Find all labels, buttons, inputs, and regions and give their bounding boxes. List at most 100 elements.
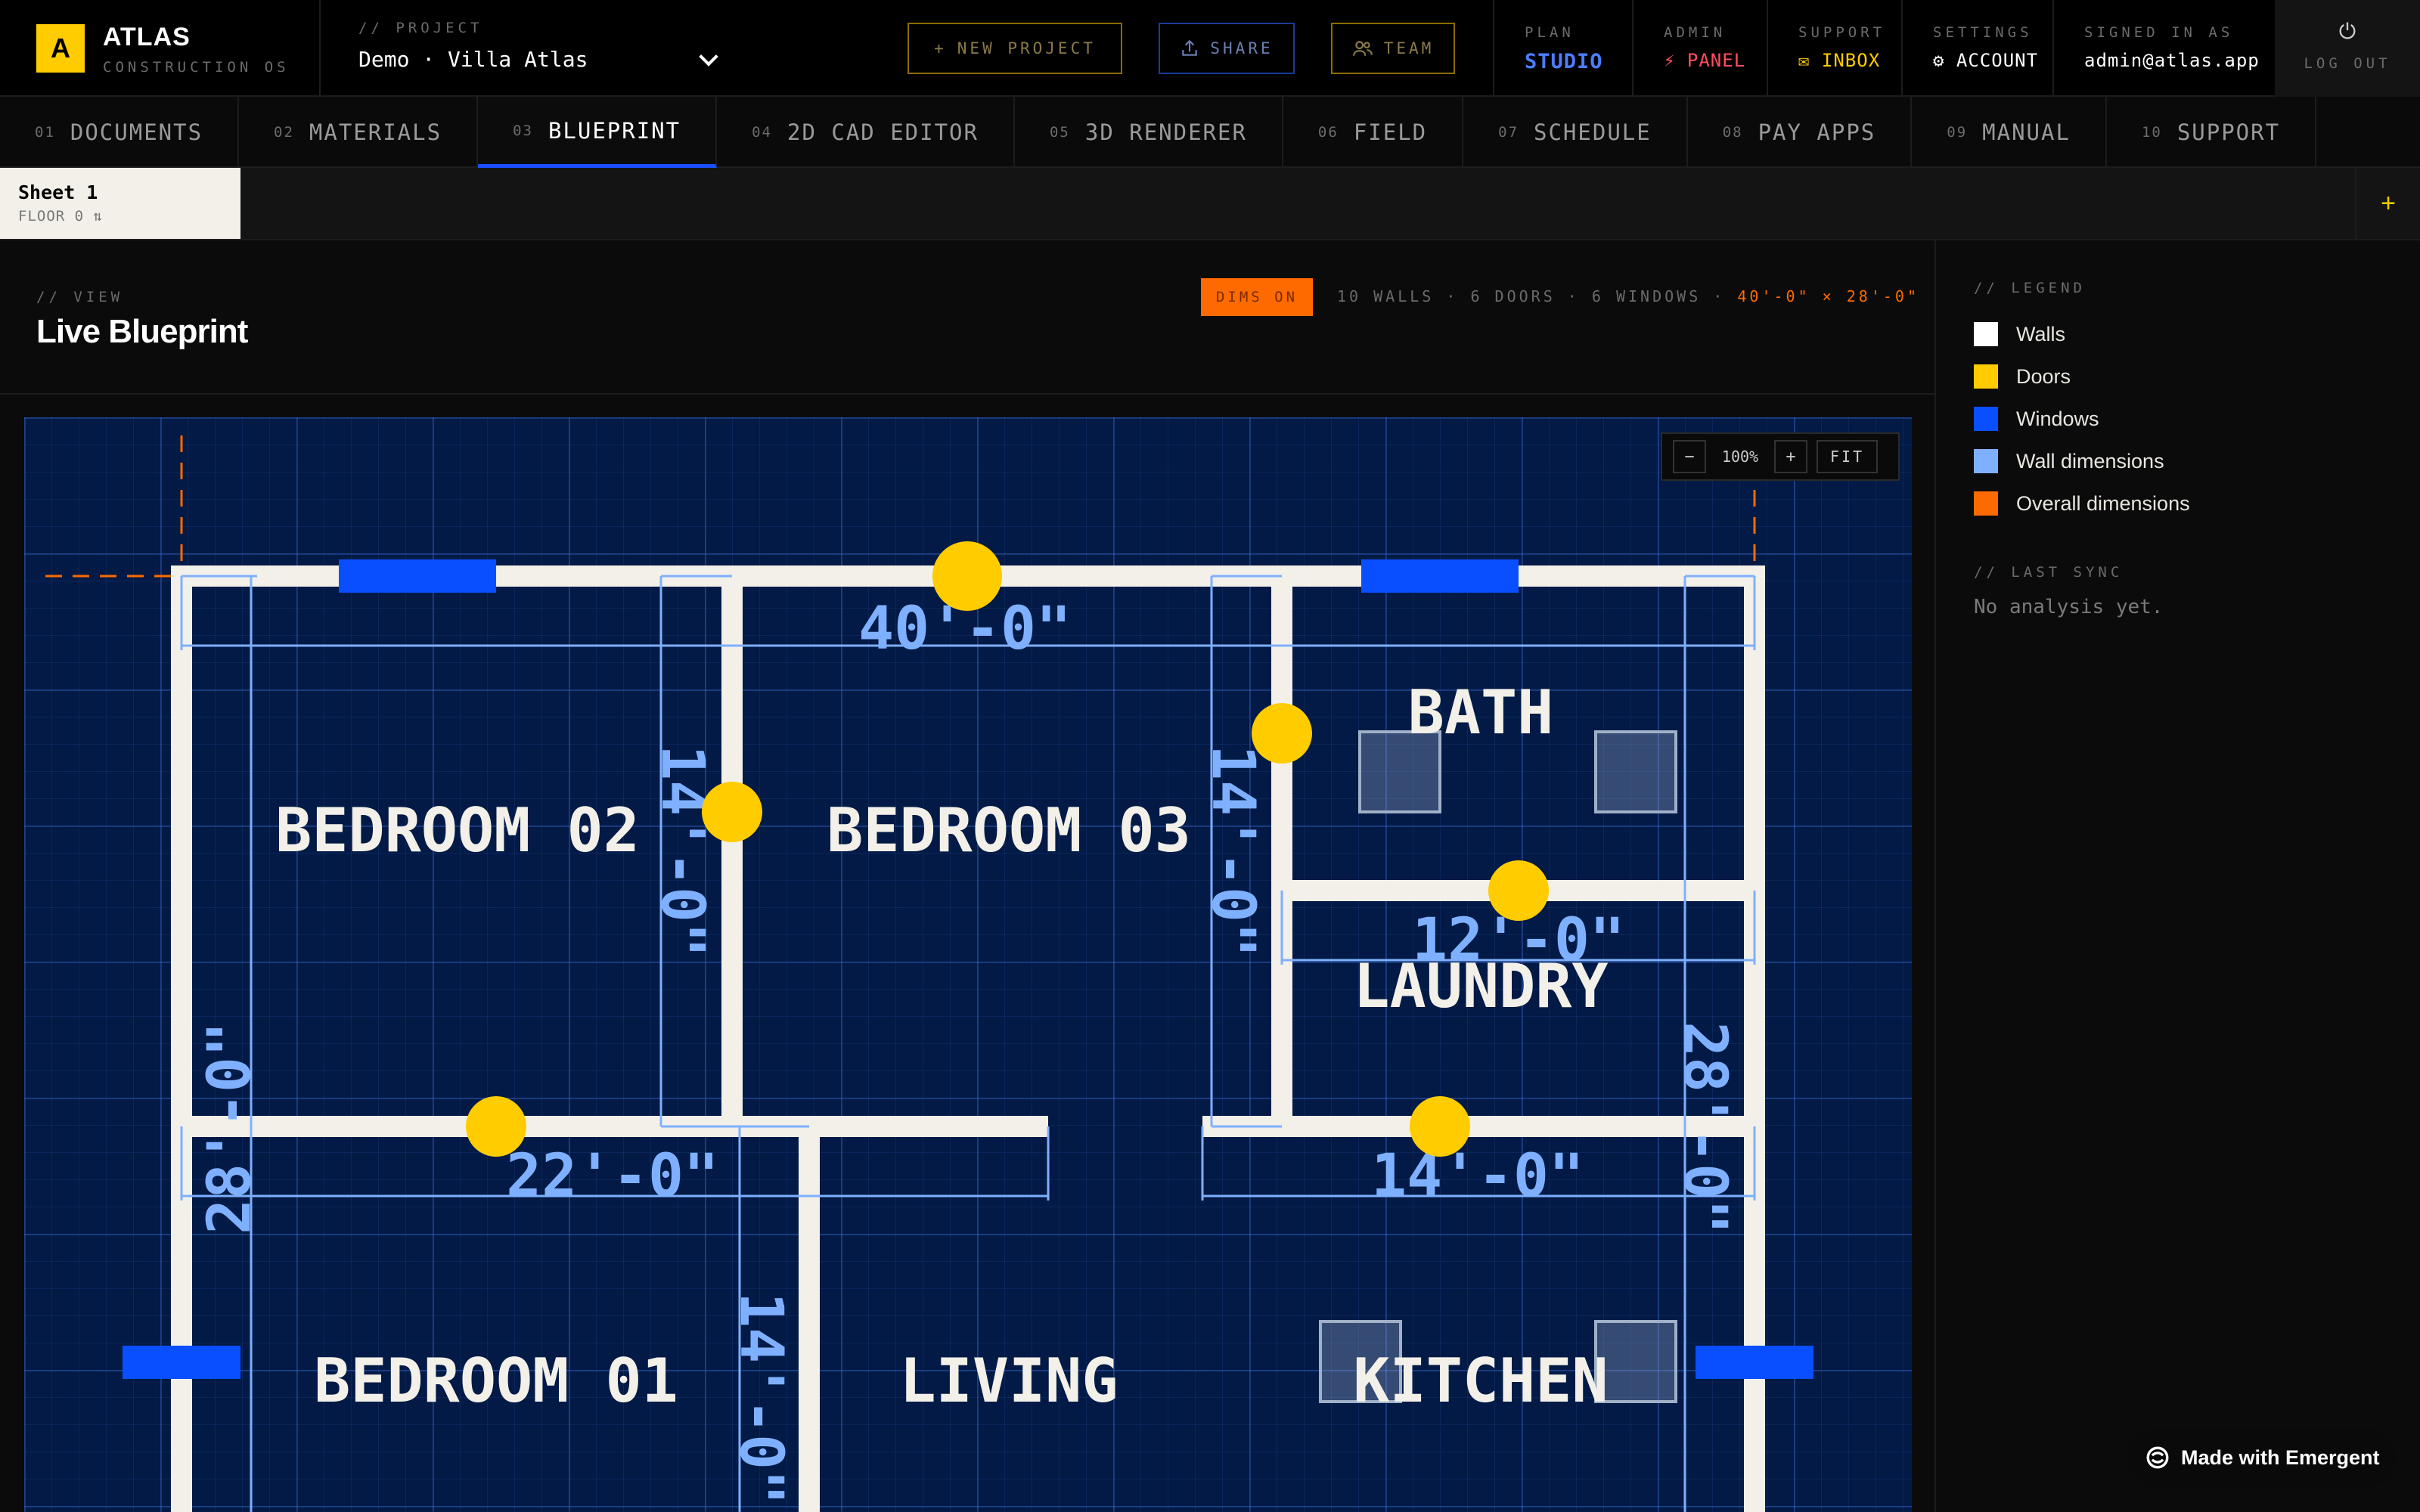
stats-counts: 10 WALLS · 6 DOORS · 6 WINDOWS	[1337, 287, 1702, 305]
zoom-controls: − 100% + FIT	[1661, 432, 1900, 481]
room-label-bedroom-01: BEDROOM 01	[314, 1346, 678, 1416]
zoom-in-button[interactable]: +	[1774, 440, 1807, 473]
signed-in-email: admin@atlas.app	[2084, 50, 2260, 71]
tab-field[interactable]: 06 FIELD	[1283, 97, 1464, 168]
room-label-bedroom-03: BEDROOM 03	[827, 795, 1191, 866]
last-sync-text: No analysis yet.	[1974, 596, 2164, 618]
wall-br03-bath	[1271, 576, 1292, 1128]
badge-text: Made with Emergent	[2181, 1445, 2380, 1469]
door-br02-br03	[702, 782, 762, 842]
nav-settings[interactable]: SETTINGS ⚙ ACCOUNT	[1901, 0, 2052, 97]
legend-item: Windows	[1974, 398, 2190, 440]
legend-label: Doors	[2016, 364, 2071, 388]
tab-number: 01	[35, 124, 55, 141]
logout-label: LOG OUT	[2304, 55, 2391, 72]
nav-admin-value: ⚡ PANEL	[1664, 50, 1746, 71]
brand[interactable]: A ATLAS CONSTRUCTION OS	[0, 0, 321, 97]
tab-label: 3D RENDERER	[1084, 119, 1247, 145]
dim-br01: 22'-0"	[506, 1142, 719, 1210]
team-icon	[1352, 41, 1373, 56]
window-kitchen	[1696, 1346, 1813, 1379]
project-selector: // PROJECT Demo · Villa Atlas	[358, 20, 729, 72]
dims-toggle[interactable]: DIMS ON	[1201, 278, 1313, 316]
project-value: Demo · Villa Atlas	[358, 47, 588, 72]
window-br01	[123, 1346, 240, 1379]
page-title: Live Blueprint	[36, 313, 248, 350]
view-label: // VIEW	[36, 289, 124, 305]
blueprint-canvas[interactable]: 40'-0" 12'-0" 22'-0" 14'-0" 28'-0" 28'-0…	[24, 417, 1912, 1512]
legend: Walls Doors Windows Wall dimensions Overall …	[1974, 313, 2190, 525]
legend-label: Windows	[2016, 407, 2099, 430]
stats-overall: 40'-0" × 28'-0"	[1737, 287, 1919, 305]
right-panel: // LEGEND Walls Doors Windows Wall dimensio…	[1938, 240, 2420, 1512]
dim-br01-depth: 14'-0"	[727, 1292, 795, 1505]
tab-schedule[interactable]: 07 SCHEDULE	[1463, 97, 1688, 168]
logout-icon	[2339, 22, 2356, 39]
top-bar: A ATLAS CONSTRUCTION OS // PROJECT Demo …	[0, 0, 2420, 97]
view-header: // VIEW Live Blueprint DIMS ON 10 WALLS …	[0, 240, 1934, 395]
team-button[interactable]: TEAM	[1331, 23, 1455, 74]
tab-3d-renderer[interactable]: 05 3D RENDERER	[1015, 97, 1283, 168]
sheet-tab[interactable]: Sheet 1 FLOOR 0 ⇅	[0, 168, 240, 239]
tab-materials[interactable]: 02 MATERIALS	[239, 97, 479, 168]
door-br02-bottom	[466, 1096, 526, 1157]
logout-button[interactable]: LOG OUT	[2275, 0, 2420, 97]
signed-in-label: SIGNED IN AS	[2084, 24, 2234, 41]
share-label: SHARE	[1210, 39, 1274, 57]
dim-br03: 14'-0"	[1199, 745, 1267, 958]
legend-item: Walls	[1974, 313, 2190, 355]
legend-swatch	[1974, 322, 1998, 346]
tab-number: 08	[1722, 124, 1743, 141]
door-kitchen	[1410, 1096, 1470, 1157]
dim-depth-left: 28'-0"	[196, 1021, 264, 1235]
nav-plan-value: STUDIO	[1525, 50, 1603, 73]
door-br03-top	[932, 541, 1002, 611]
room-label-living: LIVING	[900, 1346, 1118, 1416]
room-label-bedroom-02: BEDROOM 02	[275, 795, 640, 866]
tab-number: 02	[274, 124, 294, 141]
nav-support[interactable]: SUPPORT ✉ INBOX	[1767, 0, 1901, 97]
legend-label: // LEGEND	[1974, 280, 2086, 296]
wall-mid-left	[182, 1116, 1048, 1137]
made-with-emergent-badge[interactable]: Made with Emergent	[2127, 1429, 2396, 1486]
dim-depth-right: 28'-0"	[1671, 1021, 1739, 1235]
share-button[interactable]: SHARE	[1159, 23, 1295, 74]
brand-logo: A	[36, 24, 85, 73]
swap-icon: ⇅	[93, 208, 103, 225]
sheet-floor[interactable]: FLOOR 0 ⇅	[18, 208, 222, 225]
zoom-out-button[interactable]: −	[1673, 440, 1706, 473]
tab-label: MANUAL	[1982, 119, 2071, 145]
nav-admin[interactable]: ADMIN ⚡ PANEL	[1632, 0, 1767, 97]
legend-label: Wall dimensions	[2016, 449, 2164, 472]
emergent-logo-icon	[2146, 1446, 2169, 1469]
nav-plan[interactable]: PLAN STUDIO	[1493, 0, 1632, 97]
team-label: TEAM	[1383, 39, 1435, 57]
tab-label: SUPPORT	[2176, 119, 2281, 145]
zoom-fit-button[interactable]: FIT	[1817, 440, 1879, 473]
door-bath	[1252, 703, 1312, 764]
tab-label: PAY APPS	[1758, 119, 1876, 145]
new-project-button[interactable]: + NEW PROJECT	[908, 23, 1122, 74]
view-panel: // VIEW Live Blueprint DIMS ON 10 WALLS …	[0, 240, 1936, 1512]
tab-manual[interactable]: 09 MANUAL	[1912, 97, 2107, 168]
dim-kitchen: 14'-0"	[1371, 1142, 1584, 1210]
add-sheet-button[interactable]: +	[2355, 168, 2420, 239]
project-label: // PROJECT	[358, 20, 483, 36]
tab-number: 04	[752, 124, 772, 141]
room-label-bath: BATH	[1408, 677, 1554, 748]
tab-blueprint[interactable]: 03 BLUEPRINT	[478, 97, 718, 168]
legend-item: Wall dimensions	[1974, 440, 2190, 482]
legend-label: Walls	[2016, 322, 2065, 345]
plus-icon: +	[934, 39, 947, 57]
tab-label: 2D CAD EDITOR	[786, 119, 979, 145]
tab-label: MATERIALS	[309, 119, 442, 145]
wall-br02-br03	[721, 576, 743, 1128]
tab-2d-cad-editor[interactable]: 04 2D CAD EDITOR	[717, 97, 1015, 168]
project-select[interactable]: Demo · Villa Atlas	[358, 46, 721, 72]
module-tabs: 01 DOCUMENTS 02 MATERIALS 03 BLUEPRINT 04 2D CA…	[0, 97, 2420, 168]
tab-support[interactable]: 10 SUPPORT	[2107, 97, 2317, 168]
tab-documents[interactable]: 01 DOCUMENTS	[0, 97, 240, 168]
tab-pay-apps[interactable]: 08 PAY APPS	[1688, 97, 1913, 168]
tab-label: BLUEPRINT	[548, 117, 681, 144]
tab-label: DOCUMENTS	[70, 119, 203, 145]
